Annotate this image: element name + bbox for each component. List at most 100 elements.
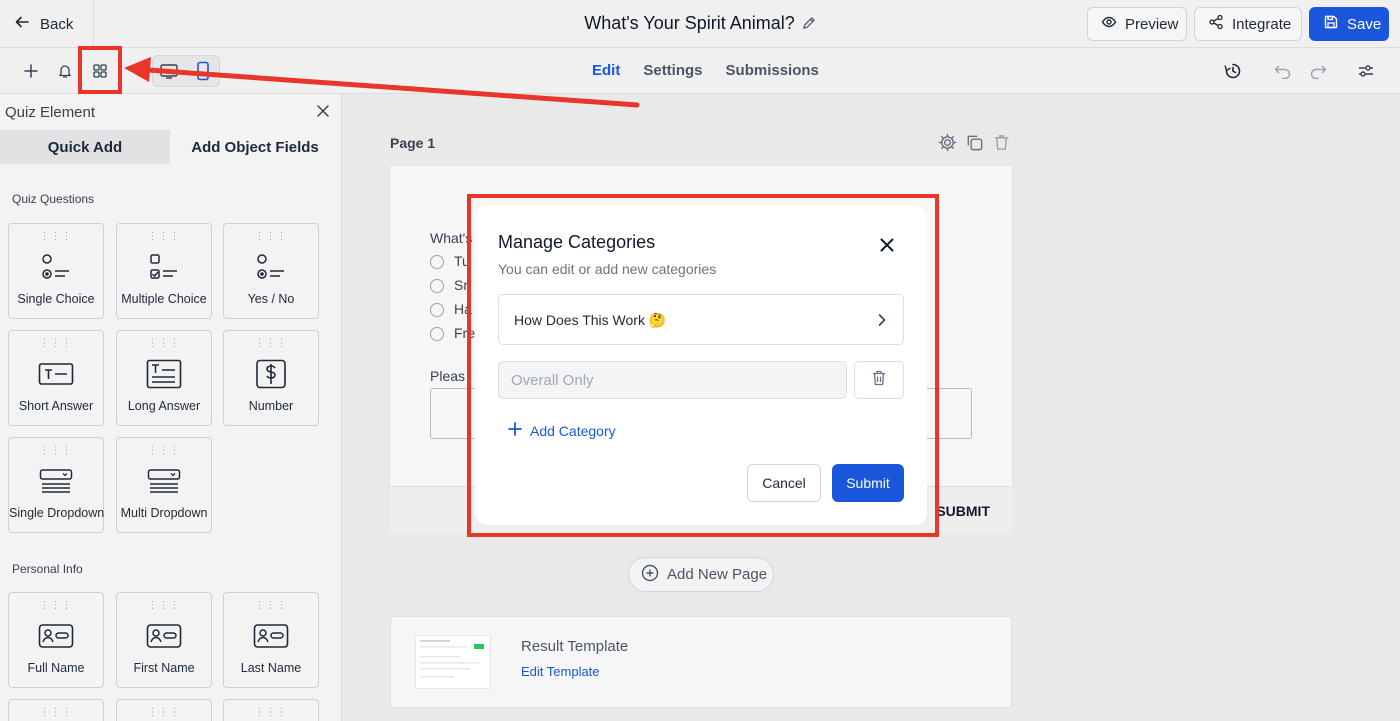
yes-no-icon bbox=[255, 250, 287, 284]
panel-header: Quiz Element bbox=[0, 94, 341, 130]
cancel-button[interactable]: Cancel bbox=[747, 464, 821, 502]
drag-handle-icon: ⋮⋮⋮ bbox=[254, 600, 288, 611]
tile-single-choice[interactable]: ⋮⋮⋮ Single Choice bbox=[8, 223, 104, 319]
editor-toolbar: Edit Settings Submissions bbox=[0, 48, 1400, 94]
integrate-label: Integrate bbox=[1232, 15, 1292, 33]
tab-settings[interactable]: Settings bbox=[643, 62, 702, 79]
dropdown-icon bbox=[39, 464, 73, 498]
desktop-icon[interactable] bbox=[160, 63, 178, 84]
tile-multiple-choice[interactable]: ⋮⋮⋮ Multiple Choice bbox=[116, 223, 212, 319]
undo-icon[interactable] bbox=[1271, 59, 1295, 83]
copy-icon[interactable] bbox=[965, 133, 984, 157]
bell-icon[interactable] bbox=[53, 59, 77, 83]
tile-label: Single Dropdown bbox=[9, 506, 105, 520]
radio-option[interactable] bbox=[430, 327, 444, 341]
tile-partial[interactable]: ⋮⋮⋮ bbox=[116, 699, 212, 721]
page-label: Page 1 bbox=[390, 135, 436, 151]
tile-label: Multiple Choice bbox=[121, 292, 207, 306]
drag-handle-icon: ⋮⋮⋮ bbox=[254, 338, 288, 349]
delete-category-button[interactable] bbox=[854, 361, 904, 399]
tile-single-dropdown[interactable]: ⋮⋮⋮ Single Dropdown bbox=[8, 437, 104, 533]
multiple-choice-icon bbox=[148, 250, 180, 284]
form-submit-button[interactable]: SUBMIT bbox=[936, 503, 990, 519]
question-text: Pleas bbox=[430, 368, 466, 384]
tile-label: Long Answer bbox=[127, 399, 201, 413]
eye-icon bbox=[1101, 14, 1117, 34]
back-button[interactable]: Back bbox=[0, 0, 94, 48]
tile-label: Single Choice bbox=[17, 292, 95, 306]
id-card-icon bbox=[146, 619, 182, 653]
trash-icon[interactable] bbox=[992, 133, 1011, 157]
plus-icon[interactable] bbox=[19, 59, 43, 83]
dollar-icon bbox=[255, 357, 287, 391]
add-new-page-button[interactable]: Add New Page bbox=[628, 557, 774, 592]
tile-short-answer[interactable]: ⋮⋮⋮ Short Answer bbox=[8, 330, 104, 426]
tab-submissions[interactable]: Submissions bbox=[726, 62, 819, 79]
close-icon[interactable] bbox=[315, 103, 331, 123]
tab-add-object-fields[interactable]: Add Object Fields bbox=[170, 130, 340, 164]
tile-full-name[interactable]: ⋮⋮⋮ Full Name bbox=[8, 592, 104, 688]
category-row[interactable]: How Does This Work 🤔 bbox=[498, 294, 904, 345]
tab-edit[interactable]: Edit bbox=[592, 62, 620, 79]
floppy-disk-icon bbox=[1323, 14, 1339, 34]
tile-partial[interactable]: ⋮⋮⋮ bbox=[223, 699, 319, 721]
radio-option[interactable] bbox=[430, 255, 444, 269]
quiz-title: What's Your Spirit Animal? bbox=[584, 13, 795, 33]
section-label-quiz-questions: Quiz Questions bbox=[12, 192, 95, 206]
top-header: Back What's Your Spirit Animal? Preview … bbox=[0, 0, 1400, 48]
close-icon[interactable] bbox=[879, 237, 895, 258]
sliders-icon[interactable] bbox=[1354, 59, 1378, 83]
save-label: Save bbox=[1347, 15, 1382, 33]
tile-partial[interactable]: ⋮⋮⋮ bbox=[8, 699, 104, 721]
drag-handle-icon: ⋮⋮⋮ bbox=[39, 338, 73, 349]
annotation-highlight-box bbox=[78, 46, 122, 94]
page-actions bbox=[938, 133, 1011, 157]
tile-label: Short Answer bbox=[18, 399, 94, 413]
save-button[interactable]: Save bbox=[1309, 7, 1389, 41]
tile-label: Full Name bbox=[27, 661, 85, 675]
tile-first-name[interactable]: ⋮⋮⋮ First Name bbox=[116, 592, 212, 688]
tile-long-answer[interactable]: ⋮⋮⋮ Long Answer bbox=[116, 330, 212, 426]
integrate-button[interactable]: Integrate bbox=[1194, 7, 1302, 41]
radio-option[interactable] bbox=[430, 303, 444, 317]
category-label: How Does This Work 🤔 bbox=[514, 312, 667, 328]
tile-label: Yes / No bbox=[247, 292, 295, 306]
plus-circle-icon bbox=[641, 564, 659, 586]
radio-option[interactable] bbox=[430, 279, 444, 293]
single-choice-icon bbox=[40, 250, 72, 284]
result-template-title: Result Template bbox=[521, 638, 629, 655]
arrow-left-icon bbox=[14, 14, 30, 34]
pencil-icon[interactable] bbox=[801, 15, 816, 36]
mobile-icon[interactable] bbox=[196, 61, 210, 86]
tile-label: Last Name bbox=[240, 661, 302, 675]
chevron-right-icon bbox=[877, 313, 887, 332]
tile-label: Number bbox=[248, 399, 294, 413]
plus-icon bbox=[508, 422, 522, 439]
history-icon[interactable] bbox=[1221, 59, 1245, 83]
id-card-icon bbox=[38, 619, 74, 653]
template-thumbnail bbox=[415, 635, 491, 689]
add-category-button[interactable]: Add Category bbox=[508, 422, 616, 439]
preview-label: Preview bbox=[1125, 15, 1179, 33]
drag-handle-icon: ⋮⋮⋮ bbox=[147, 707, 181, 718]
add-category-label: Add Category bbox=[530, 422, 616, 439]
tile-label: First Name bbox=[133, 661, 195, 675]
edit-template-link[interactable]: Edit Template bbox=[521, 664, 600, 679]
drag-handle-icon: ⋮⋮⋮ bbox=[39, 231, 73, 242]
tile-number[interactable]: ⋮⋮⋮ Number bbox=[223, 330, 319, 426]
tab-quick-add[interactable]: Quick Add bbox=[0, 130, 170, 164]
drag-handle-icon: ⋮⋮⋮ bbox=[147, 231, 181, 242]
redo-icon[interactable] bbox=[1306, 59, 1330, 83]
preview-button[interactable]: Preview bbox=[1087, 7, 1187, 41]
device-toggle bbox=[152, 55, 220, 87]
category-name-input[interactable] bbox=[498, 361, 847, 399]
tile-multi-dropdown[interactable]: ⋮⋮⋮ Multi Dropdown bbox=[116, 437, 212, 533]
tile-last-name[interactable]: ⋮⋮⋮ Last Name bbox=[223, 592, 319, 688]
tile-yes-no[interactable]: ⋮⋮⋮ Yes / No bbox=[223, 223, 319, 319]
submit-button[interactable]: Submit bbox=[832, 464, 904, 502]
panel-tabs: Quick Add Add Object Fields bbox=[0, 130, 341, 164]
gear-icon[interactable] bbox=[938, 133, 957, 157]
drag-handle-icon: ⋮⋮⋮ bbox=[39, 600, 73, 611]
id-card-icon bbox=[253, 619, 289, 653]
trash-icon bbox=[870, 369, 888, 392]
